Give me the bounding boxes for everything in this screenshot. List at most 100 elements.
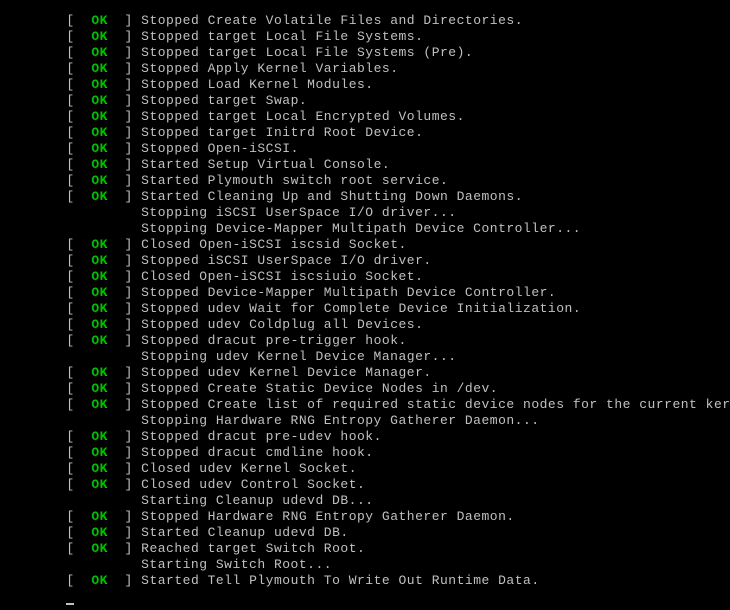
boot-message: Stopped udev Wait for Complete Device In… [141, 301, 581, 316]
terminal-output: [ OK ] Stopped Create Volatile Files and… [0, 13, 730, 605]
status-ok: OK [91, 333, 108, 348]
boot-line: [ OK ] Stopped dracut pre-udev hook. [0, 429, 730, 445]
boot-message: Closed Open-iSCSI iscsiuio Socket. [141, 269, 423, 284]
status-ok: OK [91, 429, 108, 444]
status-ok: OK [91, 269, 108, 284]
boot-line: [ OK ] Stopped Load Kernel Modules. [0, 77, 730, 93]
boot-message: Stopped Apply Kernel Variables. [141, 61, 398, 76]
bracket-open: [ [66, 461, 91, 476]
status-ok: OK [91, 445, 108, 460]
bracket-open: [ [66, 317, 91, 332]
bracket-close: ] [108, 13, 141, 28]
bracket-close: ] [108, 45, 141, 60]
bracket-open: [ [66, 333, 91, 348]
boot-line: [ OK ] Started Cleanup udevd DB. [0, 525, 730, 541]
bracket-close: ] [108, 573, 141, 588]
boot-message: Stopped target Swap. [141, 93, 307, 108]
status-ok: OK [91, 253, 108, 268]
boot-message: Stopped dracut cmdline hook. [141, 445, 373, 460]
bracket-open: [ [66, 93, 91, 108]
bracket-open: [ [66, 173, 91, 188]
bracket-open: [ [66, 109, 91, 124]
boot-line: [ OK ] Stopped Create Static Device Node… [0, 381, 730, 397]
bracket-open: [ [66, 525, 91, 540]
boot-line: [ OK ] Stopped udev Wait for Complete De… [0, 301, 730, 317]
boot-line: [ OK ] Started Tell Plymouth To Write Ou… [0, 573, 730, 589]
boot-line: Stopping iSCSI UserSpace I/O driver... [0, 205, 730, 221]
boot-line: Stopping Hardware RNG Entropy Gatherer D… [0, 413, 730, 429]
boot-line: [ OK ] Stopped Create Volatile Files and… [0, 13, 730, 29]
bracket-close: ] [108, 253, 141, 268]
status-ok: OK [91, 189, 108, 204]
bracket-open: [ [66, 45, 91, 60]
bracket-open: [ [66, 237, 91, 252]
bracket-open: [ [66, 269, 91, 284]
bracket-open: [ [66, 29, 91, 44]
status-ok: OK [91, 301, 108, 316]
bracket-close: ] [108, 525, 141, 540]
boot-message: Stopping Device-Mapper Multipath Device … [141, 221, 581, 236]
status-ok: OK [91, 13, 108, 28]
status-ok: OK [91, 141, 108, 156]
boot-line: Stopping udev Kernel Device Manager... [0, 349, 730, 365]
boot-line: [ OK ] Closed Open-iSCSI iscsid Socket. [0, 237, 730, 253]
status-ok: OK [91, 157, 108, 172]
cursor-line [0, 589, 730, 605]
boot-message: Stopped Hardware RNG Entropy Gatherer Da… [141, 509, 515, 524]
status-ok: OK [91, 93, 108, 108]
boot-line: Stopping Device-Mapper Multipath Device … [0, 221, 730, 237]
boot-message: Stopping iSCSI UserSpace I/O driver... [141, 205, 456, 220]
boot-message: Stopped dracut pre-trigger hook. [141, 333, 407, 348]
bracket-close: ] [108, 237, 141, 252]
bracket-open: [ [66, 477, 91, 492]
status-ok: OK [91, 173, 108, 188]
boot-message: Stopped Load Kernel Modules. [141, 77, 373, 92]
status-ok: OK [91, 125, 108, 140]
boot-line: [ OK ] Closed udev Kernel Socket. [0, 461, 730, 477]
boot-line: [ OK ] Stopped Hardware RNG Entropy Gath… [0, 509, 730, 525]
status-ok: OK [91, 381, 108, 396]
bracket-open: [ [66, 253, 91, 268]
bracket-open: [ [66, 77, 91, 92]
boot-line: [ OK ] Closed Open-iSCSI iscsiuio Socket… [0, 269, 730, 285]
bracket-open: [ [66, 61, 91, 76]
bracket-close: ] [108, 189, 141, 204]
boot-line: [ OK ] Stopped target Initrd Root Device… [0, 125, 730, 141]
bracket-open: [ [66, 365, 91, 380]
bracket-close: ] [108, 461, 141, 476]
boot-message: Starting Cleanup udevd DB... [141, 493, 373, 508]
status-ok: OK [91, 285, 108, 300]
bracket-close: ] [108, 125, 141, 140]
status-ok: OK [91, 29, 108, 44]
boot-line: [ OK ] Stopped Device-Mapper Multipath D… [0, 285, 730, 301]
boot-line: [ OK ] Stopped target Local Encrypted Vo… [0, 109, 730, 125]
bracket-open: [ [66, 301, 91, 316]
status-ok: OK [91, 77, 108, 92]
boot-line: [ OK ] Closed udev Control Socket. [0, 477, 730, 493]
cursor [66, 603, 74, 605]
boot-message: Started Tell Plymouth To Write Out Runti… [141, 573, 539, 588]
status-ok: OK [91, 317, 108, 332]
bracket-open: [ [66, 157, 91, 172]
boot-message: Stopped Create Static Device Nodes in /d… [141, 381, 498, 396]
bracket-close: ] [108, 317, 141, 332]
boot-message: Started Cleaning Up and Shutting Down Da… [141, 189, 523, 204]
bracket-close: ] [108, 397, 141, 412]
bracket-close: ] [108, 477, 141, 492]
bracket-open: [ [66, 397, 91, 412]
boot-line: [ OK ] Started Setup Virtual Console. [0, 157, 730, 173]
boot-line: Starting Cleanup udevd DB... [0, 493, 730, 509]
status-ok: OK [91, 509, 108, 524]
bracket-close: ] [108, 381, 141, 396]
boot-message: Stopped Create list of required static d… [141, 397, 730, 412]
boot-line: [ OK ] Stopped Create list of required s… [0, 397, 730, 413]
bracket-close: ] [108, 429, 141, 444]
bracket-open: [ [66, 509, 91, 524]
boot-line: [ OK ] Stopped iSCSI UserSpace I/O drive… [0, 253, 730, 269]
status-ok: OK [91, 461, 108, 476]
boot-line: [ OK ] Stopped Apply Kernel Variables. [0, 61, 730, 77]
boot-message: Stopped target Local File Systems. [141, 29, 423, 44]
status-ok: OK [91, 45, 108, 60]
boot-message: Stopped udev Coldplug all Devices. [141, 317, 423, 332]
bracket-open: [ [66, 13, 91, 28]
